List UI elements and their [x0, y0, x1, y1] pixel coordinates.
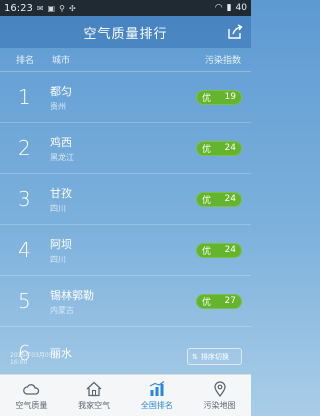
list-item[interactable]: 4 阿坝 四川 优 24 [0, 225, 251, 276]
share-icon [228, 24, 243, 39]
cloud-icon [23, 384, 40, 395]
tab-label: 空气质量 [15, 401, 48, 410]
column-city: 城市 [52, 56, 71, 66]
aqi-badge: 优 24 [196, 242, 242, 258]
city-name: 阿坝 [50, 237, 72, 251]
aqi-value: 27 [224, 296, 236, 306]
column-index: 污染指数 [204, 56, 241, 66]
city-block: 鸡西 黑龙江 [50, 134, 196, 163]
rank-number: 3 [18, 187, 31, 211]
rank-number: 5 [18, 289, 31, 313]
tab-pollution-map[interactable]: 污染地图 [188, 375, 251, 416]
signal-icon: ▮ [226, 3, 232, 13]
tab-label: 污染地图 [203, 401, 236, 410]
list-item[interactable]: 3 甘孜 四川 优 24 [0, 174, 251, 225]
status-right: ◠ ▮ 40 [215, 3, 247, 13]
share-button[interactable] [226, 23, 244, 41]
province-name: 黑龙江 [50, 152, 74, 162]
message-icon: ✉ [36, 3, 44, 13]
rank-number: 2 [18, 136, 31, 160]
title-bar: 空气质量排行 [0, 16, 251, 48]
aqi-value: 24 [224, 143, 236, 153]
column-header: 排名 城市 污染指数 [0, 48, 251, 72]
map-pin-icon [213, 381, 226, 398]
sort-label: 排序切换 [200, 352, 229, 361]
aqi-level: 优 [202, 144, 212, 155]
sort-toggle-button[interactable]: ⇅ 排序切换 [187, 348, 242, 365]
aqi-badge: 优 24 [196, 140, 242, 156]
status-bar: 16:23 ✉ ▣ ⚲ ✣ ◠ ▮ 40 [0, 0, 251, 16]
city-block: 都匀 贵州 [50, 83, 196, 112]
aqi-badge: 优 27 [196, 293, 242, 309]
tab-my-home[interactable]: 我家空气 [63, 375, 126, 416]
rank-number: 4 [18, 238, 31, 262]
aqi-level: 优 [202, 195, 212, 206]
city-block: 锡林郭勒 内蒙古 [50, 287, 196, 316]
province-name: 内蒙古 [50, 305, 74, 315]
update-time: 2015年03月05日 16:00 [10, 350, 59, 366]
column-rank: 排名 [16, 56, 35, 66]
aqi-value: 24 [224, 194, 236, 204]
usb-icon: ⚲ [59, 3, 65, 13]
list-item[interactable]: 2 鸡西 黑龙江 优 24 [0, 123, 251, 174]
aqi-level: 优 [202, 246, 212, 257]
tab-air-quality[interactable]: 空气质量 [0, 375, 63, 416]
ranking-list[interactable]: 1 都匀 贵州 优 19 2 鸡西 黑龙江 优 24 3 甘孜 四川 优 24 [0, 72, 251, 378]
province-name: 四川 [50, 254, 66, 264]
list-item[interactable]: 1 都匀 贵州 优 19 [0, 72, 251, 123]
wifi-icon: ◠ [214, 3, 223, 13]
tab-national-ranking[interactable]: 全国排名 [126, 375, 189, 416]
aqi-level: 优 [202, 93, 212, 104]
province-name: 四川 [50, 203, 66, 213]
sort-icon: ⇅ [192, 352, 198, 361]
aqi-badge: 优 24 [196, 191, 242, 207]
page-title: 空气质量排行 [83, 26, 168, 42]
tab-bar: 空气质量 我家空气 全国排名 污染地图 [0, 374, 251, 416]
city-name: 都匀 [50, 84, 72, 98]
aqi-level: 优 [202, 297, 212, 308]
bar-chart-icon [149, 381, 165, 396]
province-name: 贵州 [50, 101, 66, 111]
battery-level: 40 [235, 3, 247, 13]
tab-label: 我家空气 [78, 401, 111, 410]
list-item[interactable]: 5 锡林郭勒 内蒙古 优 27 [0, 276, 251, 327]
city-block: 阿坝 四川 [50, 236, 196, 265]
aqi-badge: 优 19 [196, 89, 242, 105]
city-name: 鸡西 [50, 135, 72, 149]
tab-label: 全国排名 [140, 401, 173, 410]
status-left: 16:23 ✉ ▣ ⚲ ✣ [4, 3, 76, 14]
update-hour: 16:00 [10, 359, 28, 366]
image-icon: ▣ [47, 3, 56, 13]
city-name: 甘孜 [50, 186, 72, 200]
home-icon [86, 381, 102, 397]
update-date: 2015年03月05日 [10, 352, 59, 359]
status-time: 16:23 [4, 2, 33, 14]
city-block: 甘孜 四川 [50, 185, 196, 214]
share-notification-icon: ✣ [68, 3, 76, 13]
aqi-value: 19 [224, 92, 236, 102]
rank-number: 1 [18, 85, 31, 109]
city-name: 锡林郭勒 [50, 288, 94, 302]
aqi-value: 24 [224, 245, 236, 255]
